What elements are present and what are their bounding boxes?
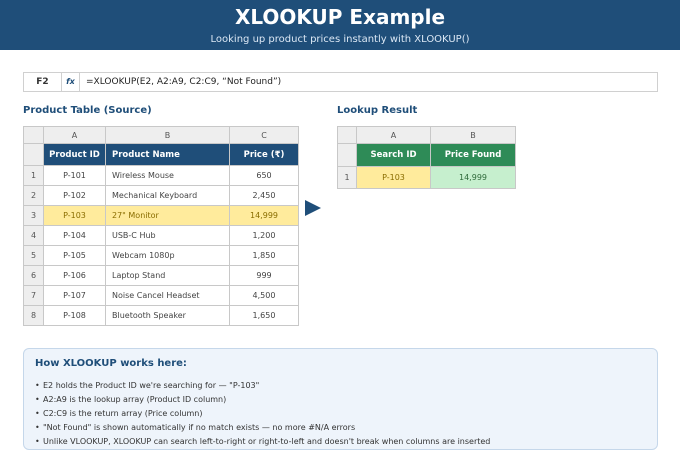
price-cell[interactable]: 2,450 [229,185,299,206]
row-number[interactable] [23,143,44,166]
price-cell[interactable]: 1,850 [229,245,299,266]
product-name-cell[interactable]: Noise Cancel Headset [105,285,230,306]
price-cell[interactable]: 650 [229,165,299,186]
header-cell[interactable]: Price (₹) [229,143,299,166]
page-subtitle: Looking up product prices instantly with… [210,34,470,45]
result-table: A B Search ID Price Found 1 P-103 14,999 [337,126,516,189]
product-id-cell[interactable]: P-104 [43,225,106,246]
source-section-title: Product Table (Source) [23,105,152,116]
column-letter-row: A B [337,126,516,144]
header-cell[interactable]: Product ID [43,143,106,166]
price-cell[interactable]: 4,500 [229,285,299,306]
product-id-cell[interactable]: P-103 [43,205,106,226]
list-item: • Unlike VLOOKUP, XLOOKUP can search left… [35,435,490,449]
header-row: Product ID Product Name Price (₹) [23,143,299,166]
product-name-cell[interactable]: Wireless Mouse [105,165,230,186]
price-cell[interactable]: 14,999 [229,205,299,226]
table-row: 1 P-101 Wireless Mouse 650 [23,165,299,186]
bullet-icon: • [35,395,40,404]
row-number[interactable]: 3 [23,205,44,226]
row-number[interactable]: 7 [23,285,44,306]
row-number[interactable]: 5 [23,245,44,266]
header-cell[interactable]: Price Found [430,143,516,167]
list-item-text: Unlike VLOOKUP, XLOOKUP can search left-… [43,437,491,446]
product-id-cell[interactable]: P-102 [43,185,106,206]
search-id-cell[interactable]: P-103 [356,166,431,189]
info-box: How XLOOKUP works here: • E2 holds the Pr… [23,348,658,450]
product-name-cell[interactable]: Webcam 1080p [105,245,230,266]
page-header: XLOOKUP Example Looking up product price… [0,0,680,50]
result-section-title: Lookup Result [337,105,418,116]
formula-input[interactable]: =XLOOKUP(E2, A2:A9, C2:C9, “Not Found”) [86,73,281,91]
product-id-cell[interactable]: P-106 [43,265,106,286]
price-found-cell[interactable]: 14,999 [430,166,516,189]
product-id-cell[interactable]: P-101 [43,165,106,186]
product-name-cell[interactable]: USB-C Hub [105,225,230,246]
arrow-right-icon [305,200,321,216]
page-title: XLOOKUP Example [234,5,446,29]
list-item-text: "Not Found" is shown automatically if no… [43,423,356,432]
header-cell[interactable]: Product Name [105,143,230,166]
list-item: • "Not Found" is shown automatically if n… [35,421,490,435]
list-item: • A2:A9 is the lookup array (Product ID c… [35,393,490,407]
column-letter-row: A B C [23,126,299,144]
result-row: 1 P-103 14,999 [337,166,516,189]
bullet-icon: • [35,437,40,446]
list-item: • E2 holds the Product ID we're searching… [35,379,490,393]
column-letter[interactable]: B [430,126,516,144]
product-name-cell[interactable]: Laptop Stand [105,265,230,286]
column-letter[interactable]: B [105,126,230,144]
column-letter[interactable]: A [43,126,106,144]
name-box[interactable]: F2 [24,73,62,91]
row-number[interactable]: 8 [23,305,44,326]
fx-icon[interactable]: fx [62,73,80,91]
row-number[interactable]: 2 [23,185,44,206]
row-number[interactable]: 6 [23,265,44,286]
bullet-icon: • [35,409,40,418]
column-letter[interactable]: A [356,126,431,144]
table-row: 8 P-108 Bluetooth Speaker 1,650 [23,305,299,326]
header-cell[interactable]: Search ID [356,143,431,167]
formula-bar: F2 fx =XLOOKUP(E2, A2:A9, C2:C9, “Not Fo… [23,72,658,92]
price-cell[interactable]: 999 [229,265,299,286]
product-id-cell[interactable]: P-105 [43,245,106,266]
info-title: How XLOOKUP works here: [35,358,187,369]
list-item-text: E2 holds the Product ID we're searching … [43,381,260,390]
table-row: 7 P-107 Noise Cancel Headset 4,500 [23,285,299,306]
row-number[interactable]: 1 [23,165,44,186]
bullet-icon: • [35,423,40,432]
product-id-cell[interactable]: P-108 [43,305,106,326]
table-row: 2 P-102 Mechanical Keyboard 2,450 [23,185,299,206]
row-number[interactable]: 1 [337,166,357,189]
product-id-cell[interactable]: P-107 [43,285,106,306]
info-list: • E2 holds the Product ID we're searching… [35,379,490,449]
list-item: • C2:C9 is the return array (Price column… [35,407,490,421]
highlighted-row: 3 P-103 27" Monitor 14,999 [23,205,299,226]
list-item-text: A2:A9 is the lookup array (Product ID co… [43,395,227,404]
product-name-cell[interactable]: 27" Monitor [105,205,230,226]
table-row: 6 P-106 Laptop Stand 999 [23,265,299,286]
product-name-cell[interactable]: Mechanical Keyboard [105,185,230,206]
table-row: 4 P-104 USB-C Hub 1,200 [23,225,299,246]
row-number[interactable] [337,143,357,167]
table-row: 5 P-105 Webcam 1080p 1,850 [23,245,299,266]
source-table: A B C Product ID Product Name Price (₹) … [23,126,299,326]
row-number[interactable]: 4 [23,225,44,246]
header-row: Search ID Price Found [337,143,516,167]
list-item-text: C2:C9 is the return array (Price column) [43,409,203,418]
column-letter[interactable]: C [229,126,299,144]
price-cell[interactable]: 1,200 [229,225,299,246]
select-all-corner[interactable] [23,126,44,144]
bullet-icon: • [35,381,40,390]
select-all-corner[interactable] [337,126,357,144]
product-name-cell[interactable]: Bluetooth Speaker [105,305,230,326]
price-cell[interactable]: 1,650 [229,305,299,326]
